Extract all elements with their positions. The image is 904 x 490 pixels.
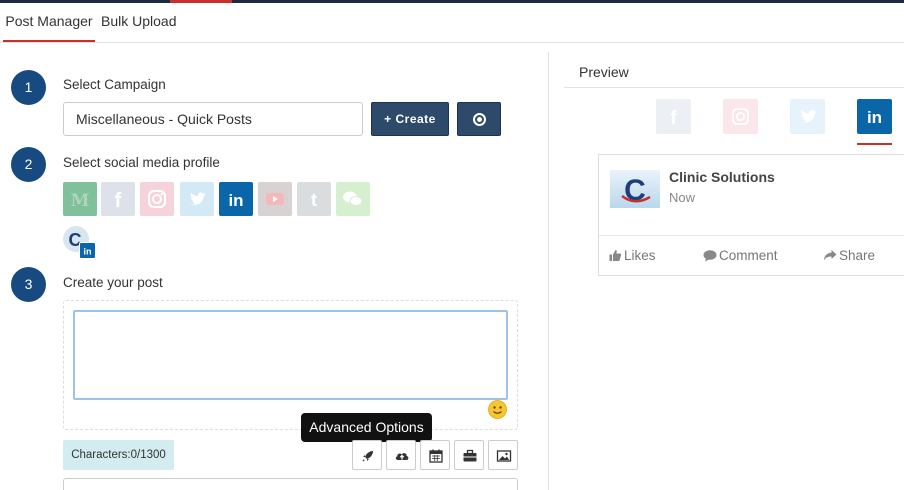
select-profile-label: Select social media profile bbox=[63, 155, 220, 170]
linkedin-icon: in bbox=[867, 108, 882, 127]
create-campaign-button[interactable]: + Create bbox=[371, 102, 449, 136]
card-divider bbox=[599, 235, 904, 236]
facebook-icon[interactable]: f bbox=[101, 182, 135, 216]
twitter-icon bbox=[800, 110, 817, 123]
linkedin-badge-icon: in bbox=[79, 242, 96, 259]
image-icon bbox=[496, 450, 512, 462]
link-input[interactable] bbox=[63, 478, 518, 490]
wechat-icon[interactable] bbox=[336, 182, 370, 216]
svg-text:f: f bbox=[115, 190, 122, 212]
preview-title: Preview bbox=[579, 64, 629, 80]
svg-text:in: in bbox=[84, 247, 92, 257]
tumblr-icon[interactable]: t bbox=[297, 182, 331, 216]
share-label: Share bbox=[839, 248, 876, 263]
comment-action[interactable]: Comment bbox=[703, 248, 778, 263]
step-3-badge: 3 bbox=[11, 267, 46, 302]
panel-divider bbox=[548, 52, 549, 490]
briefcase-icon bbox=[463, 449, 477, 462]
likes-action[interactable]: Likes bbox=[609, 248, 656, 263]
instagram-icon bbox=[732, 108, 749, 125]
calendar-icon bbox=[429, 449, 443, 463]
preview-facebook-tab[interactable]: f bbox=[656, 99, 691, 134]
medium-icon[interactable]: M bbox=[63, 182, 97, 216]
comment-icon bbox=[703, 250, 717, 262]
post-textarea[interactable] bbox=[73, 310, 508, 400]
step-2-badge: 2 bbox=[11, 147, 46, 182]
svg-text:M: M bbox=[71, 191, 90, 211]
target-button[interactable] bbox=[457, 102, 501, 136]
create-post-label: Create your post bbox=[63, 275, 163, 290]
preview-divider bbox=[564, 87, 904, 88]
select-campaign-label: Select Campaign bbox=[63, 77, 166, 92]
clinic-logo: C bbox=[610, 170, 660, 208]
svg-text:in: in bbox=[228, 191, 243, 210]
share-icon bbox=[823, 250, 837, 261]
svg-text:in: in bbox=[867, 108, 882, 127]
facebook-icon: f bbox=[670, 108, 677, 129]
target-icon-dot bbox=[477, 117, 482, 122]
emoji-icon[interactable] bbox=[488, 400, 507, 419]
preview-linkedin-tab[interactable]: in bbox=[857, 99, 892, 134]
linkedin-icon[interactable]: in bbox=[219, 182, 253, 216]
step-1-badge: 1 bbox=[11, 70, 46, 105]
svg-text:t: t bbox=[311, 190, 317, 210]
active-preview-underline bbox=[857, 143, 892, 145]
tab-bulk-upload[interactable]: Bulk Upload bbox=[101, 3, 177, 42]
tab-bar: Post Manager Bulk Upload bbox=[0, 3, 904, 43]
svg-text:f: f bbox=[670, 108, 677, 129]
preview-instagram-tab[interactable] bbox=[723, 99, 758, 134]
library-button[interactable] bbox=[454, 440, 484, 470]
card-account-name: Clinic Solutions bbox=[669, 169, 775, 185]
advanced-options-tooltip: Advanced Options bbox=[301, 413, 432, 442]
character-count: Characters:0/1300 bbox=[63, 440, 174, 470]
image-button[interactable] bbox=[488, 440, 518, 470]
preview-twitter-tab[interactable] bbox=[790, 99, 825, 134]
share-action[interactable]: Share bbox=[823, 248, 875, 263]
schedule-button[interactable] bbox=[420, 440, 450, 470]
tab-post-manager[interactable]: Post Manager bbox=[3, 3, 95, 42]
cloud-upload-button[interactable] bbox=[386, 440, 416, 470]
twitter-icon[interactable] bbox=[180, 182, 214, 216]
boost-button[interactable] bbox=[352, 440, 382, 470]
youtube-icon[interactable] bbox=[258, 182, 292, 216]
thumbs-up-icon bbox=[609, 250, 622, 261]
cloud-upload-icon bbox=[395, 453, 409, 460]
card-timestamp: Now bbox=[669, 190, 696, 205]
comment-label: Comment bbox=[719, 248, 778, 263]
campaign-select[interactable]: Miscellaneous - Quick Posts bbox=[63, 102, 363, 136]
instagram-icon[interactable] bbox=[140, 182, 174, 216]
likes-label: Likes bbox=[624, 248, 656, 263]
rocket-icon bbox=[362, 451, 373, 462]
